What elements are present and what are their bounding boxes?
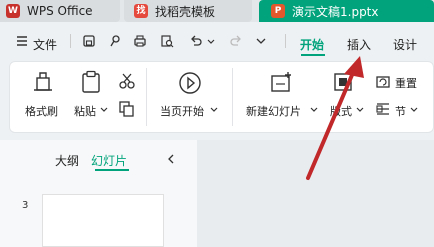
tab-label: 找稻壳模板 bbox=[155, 4, 216, 19]
tab-label: 演示文稿1.pptx bbox=[292, 4, 379, 19]
tab-template[interactable]: 找 找稻壳模板 bbox=[124, 0, 252, 22]
tab-design[interactable]: 设计 bbox=[393, 36, 417, 53]
slide-number: 3 bbox=[22, 200, 29, 211]
format-painter-icon[interactable] bbox=[32, 70, 54, 94]
file-menu[interactable]: 文件 bbox=[33, 36, 57, 53]
paste-dropdown-icon[interactable] bbox=[99, 105, 109, 115]
play-dropdown-icon[interactable] bbox=[209, 105, 219, 115]
copy-icon[interactable] bbox=[118, 100, 136, 118]
undo-icon[interactable] bbox=[189, 34, 203, 48]
print-icon[interactable] bbox=[133, 34, 147, 48]
tab-bar: W WPS Office 找 找稻壳模板 P 演示文稿1.pptx bbox=[0, 0, 434, 22]
reset-label[interactable]: 重置 bbox=[395, 75, 417, 91]
save-icon[interactable] bbox=[82, 34, 96, 48]
play-from-current-icon[interactable] bbox=[178, 71, 202, 95]
cut-icon[interactable] bbox=[118, 72, 136, 90]
tab-outline[interactable]: 大纲 bbox=[55, 152, 79, 169]
tab-slides[interactable]: 幻灯片 bbox=[91, 152, 127, 169]
collapse-panel-icon[interactable] bbox=[165, 153, 177, 165]
section-dropdown-icon[interactable] bbox=[409, 105, 419, 115]
tab-label: WPS Office bbox=[27, 4, 93, 18]
paste-label[interactable]: 粘贴 bbox=[74, 103, 96, 119]
ribbon-separator bbox=[146, 68, 147, 126]
more-dropdown-icon[interactable] bbox=[254, 34, 268, 48]
annotation-arrow-icon bbox=[306, 56, 364, 180]
redo-icon[interactable] bbox=[229, 34, 243, 48]
tab-wps-office[interactable]: W WPS Office bbox=[0, 0, 120, 22]
slide-thumbnail[interactable] bbox=[42, 194, 164, 247]
tab-presentation[interactable]: P 演示文稿1.pptx bbox=[259, 0, 434, 22]
menu-divider bbox=[70, 34, 71, 48]
paste-icon[interactable] bbox=[80, 70, 102, 94]
play-from-current-label[interactable]: 当页开始 bbox=[160, 103, 204, 119]
presentation-file-icon: P bbox=[271, 4, 285, 18]
menu-divider bbox=[285, 34, 286, 48]
new-slide-label[interactable]: 新建幻灯片 bbox=[246, 103, 301, 119]
new-slide-icon[interactable] bbox=[270, 71, 294, 95]
ribbon-separator bbox=[232, 68, 233, 126]
hamburger-menu-icon[interactable] bbox=[15, 34, 29, 48]
export-pdf-icon[interactable] bbox=[108, 34, 122, 48]
format-painter-label[interactable]: 格式刷 bbox=[25, 103, 58, 119]
docer-icon: 找 bbox=[134, 4, 148, 18]
print-preview-icon[interactable] bbox=[160, 34, 174, 48]
section-label[interactable]: 节 bbox=[395, 103, 406, 119]
undo-dropdown-icon[interactable] bbox=[206, 34, 216, 48]
slides-tab-underline bbox=[95, 169, 129, 171]
wps-logo-icon: W bbox=[6, 4, 20, 18]
